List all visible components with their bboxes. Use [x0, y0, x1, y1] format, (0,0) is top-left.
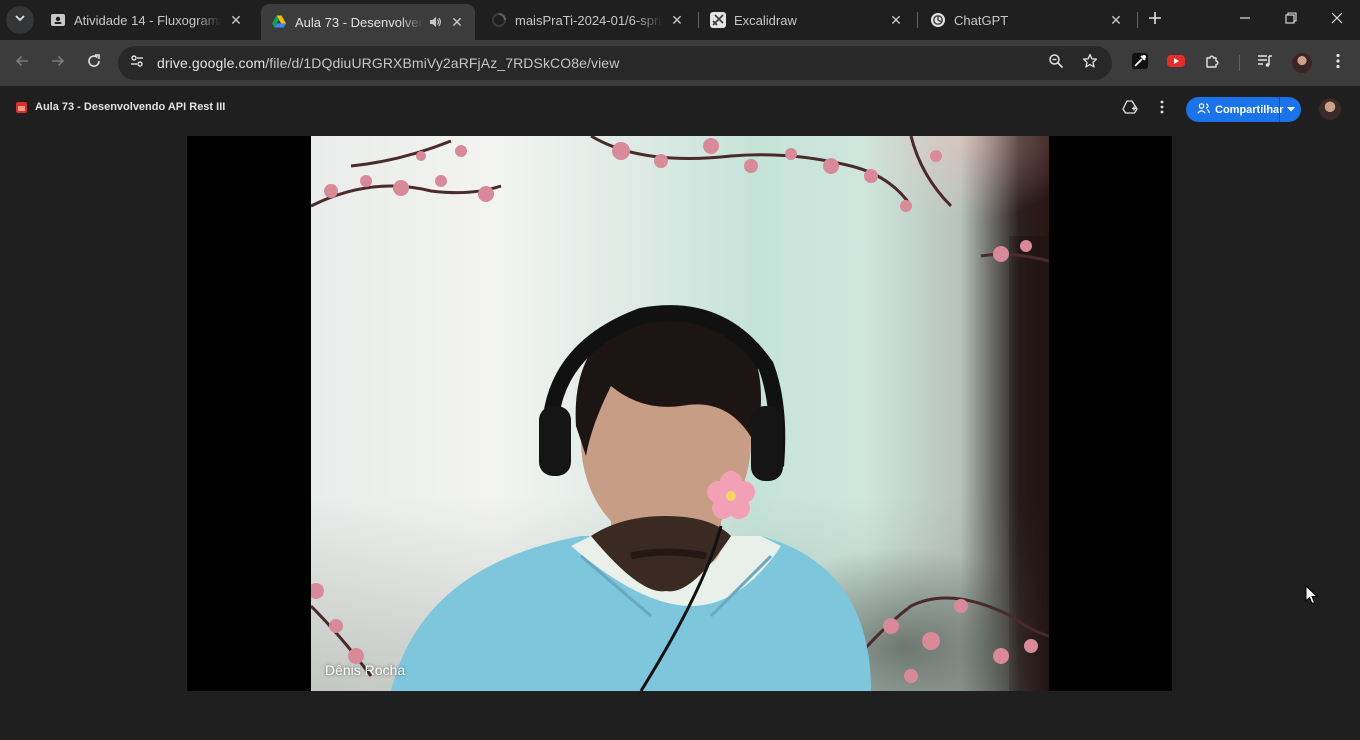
share-button-label: Compartilhar	[1215, 103, 1284, 116]
person	[391, 305, 871, 691]
tune-icon	[129, 53, 145, 74]
more-actions-button[interactable]	[1150, 97, 1174, 121]
bookmark-button[interactable]	[1076, 49, 1104, 77]
loading-spinner-icon	[491, 12, 507, 28]
tab-title: ChatGPT	[954, 12, 1009, 28]
puzzle-icon	[1205, 53, 1221, 74]
reload-button[interactable]	[80, 49, 108, 77]
restore-button[interactable]	[1268, 0, 1314, 40]
reload-icon	[86, 53, 102, 74]
tab-title: Aula 73 - Desenvolvendo API Rest III	[295, 14, 423, 30]
youtube-icon	[1167, 54, 1185, 73]
minimize-button[interactable]	[1222, 0, 1268, 40]
classroom-icon	[50, 12, 66, 28]
url-path: /file/d/1DQdiuURGRXBmiVy2aRFjAz_7RDSkCO8…	[265, 55, 620, 71]
tab-strip: Atividade 14 - Fluxograma d ✕ Aula 73 - …	[0, 0, 1360, 40]
forward-button[interactable]	[44, 49, 72, 77]
extensions-button[interactable]	[1199, 49, 1227, 77]
tab-title: Atividade 14 - Fluxograma d	[74, 12, 222, 28]
webcam-scene	[311, 136, 1049, 691]
video-player[interactable]: Dênis Rocha	[187, 136, 1172, 691]
chevron-down-icon	[14, 11, 26, 29]
close-icon[interactable]: ✕	[449, 14, 465, 30]
video-frame: Dênis Rocha	[311, 136, 1049, 691]
tab-search-button[interactable]	[6, 6, 34, 34]
close-icon[interactable]: ✕	[228, 12, 244, 28]
drive-file-viewer: Aula 73 - Desenvolvendo API Rest III Com…	[0, 86, 1360, 740]
url-text[interactable]: drive.google.com/file/d/1DQdiuURGRXBmiVy…	[157, 55, 619, 71]
site-info-button[interactable]	[123, 49, 151, 77]
restore-icon	[1285, 11, 1297, 29]
video-file-icon	[16, 102, 27, 113]
arrow-left-icon	[14, 53, 30, 74]
new-tab-button[interactable]	[1143, 8, 1167, 32]
plus-icon	[1148, 11, 1162, 30]
tab-maisprati[interactable]: maisPraTi-2024-01/6-spring ✕	[481, 4, 695, 36]
arrow-right-icon	[50, 53, 66, 74]
close-window-button[interactable]	[1314, 0, 1360, 40]
chatgpt-icon	[930, 12, 946, 28]
profile-button[interactable]	[1288, 49, 1316, 77]
share-button[interactable]: Compartilhar	[1186, 97, 1283, 122]
close-icon[interactable]: ✕	[888, 12, 904, 28]
google-drive-icon	[271, 14, 287, 30]
more-vert-icon	[1336, 53, 1340, 74]
playlist-music-icon	[1257, 53, 1273, 74]
url-host: drive.google.com	[157, 55, 266, 71]
tab-atividade[interactable]: Atividade 14 - Fluxograma d ✕	[40, 4, 254, 36]
tab-excalidraw[interactable]: Excalidraw ✕	[700, 4, 914, 36]
avatar	[1292, 53, 1312, 73]
back-button[interactable]	[8, 49, 36, 77]
extension-youtube-button[interactable]	[1162, 49, 1190, 77]
share-button-group: Compartilhar	[1186, 97, 1301, 122]
eyedropper-icon	[1131, 52, 1149, 75]
extension-eyedropper-button[interactable]	[1126, 49, 1154, 77]
excalidraw-icon	[710, 12, 726, 28]
close-icon	[1331, 11, 1343, 29]
address-bar[interactable]: drive.google.com/file/d/1DQdiuURGRXBmiVy…	[118, 46, 1112, 80]
tab-aula-73[interactable]: Aula 73 - Desenvolvendo API Rest III ✕	[261, 4, 475, 40]
close-icon[interactable]: ✕	[1108, 12, 1124, 28]
browser-menu-button[interactable]	[1324, 49, 1352, 77]
tab-separator	[1137, 12, 1138, 28]
tab-separator	[698, 12, 699, 28]
close-icon[interactable]: ✕	[669, 12, 685, 28]
tab-title: maisPraTi-2024-01/6-spring	[515, 12, 663, 28]
account-avatar[interactable]	[1319, 98, 1341, 120]
file-title: Aula 73 - Desenvolvendo API Rest III	[35, 101, 226, 113]
drive-add-icon	[1122, 99, 1138, 120]
tab-separator	[917, 12, 918, 28]
caret-down-icon	[1286, 104, 1295, 115]
minimize-icon	[1239, 11, 1251, 29]
tab-chatgpt[interactable]: ChatGPT ✕	[920, 4, 1134, 36]
browser-toolbar: drive.google.com/file/d/1DQdiuURGRXBmiVy…	[0, 40, 1360, 86]
zoom-button[interactable]	[1042, 49, 1070, 77]
magnifier-icon	[1048, 53, 1064, 74]
star-icon	[1082, 53, 1098, 74]
tab-title: Excalidraw	[734, 12, 797, 28]
participant-name: Dênis Rocha	[325, 662, 406, 678]
share-dropdown-button[interactable]	[1280, 97, 1301, 122]
mouse-cursor-icon	[1305, 584, 1319, 610]
more-vert-icon	[1160, 100, 1164, 119]
toolbar-separator	[1239, 55, 1240, 71]
people-icon	[1197, 102, 1215, 117]
media-controls-button[interactable]	[1251, 49, 1279, 77]
speaker-icon[interactable]	[427, 14, 443, 30]
add-shortcut-to-drive-button[interactable]	[1118, 97, 1142, 121]
